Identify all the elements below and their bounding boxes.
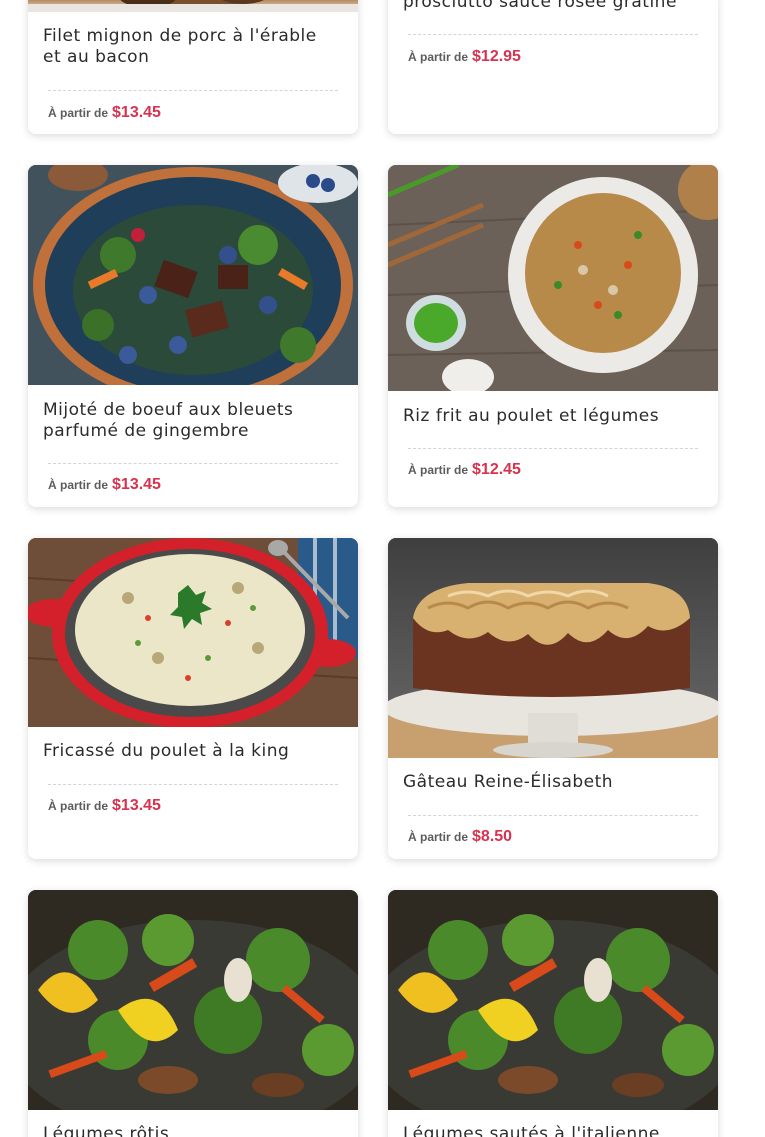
dish-name: prosciutto sauce rosée gratiné xyxy=(403,0,677,12)
divider xyxy=(48,463,338,464)
divider xyxy=(48,784,338,785)
price: $12.45 xyxy=(472,461,521,478)
price-prefix: À partir de xyxy=(408,830,469,844)
divider xyxy=(408,34,698,35)
menu-card-chicken-a-la-king[interactable]: Fricassé du poulet à la king À partir de… xyxy=(28,538,358,859)
pork-tenderloin-photo xyxy=(28,0,358,12)
price: $13.45 xyxy=(112,476,161,493)
menu-card-queen-elizabeth-cake[interactable]: Gâteau Reine-Élisabeth À partir de $8.50 xyxy=(388,538,718,859)
dish-name: Gâteau Reine-Élisabeth xyxy=(403,772,614,792)
menu-card-sauteed-vegetables[interactable]: Légumes sautés à l'italienne xyxy=(388,890,718,1137)
price-prefix: À partir de xyxy=(48,478,109,492)
price-prefix: À partir de xyxy=(48,799,109,813)
price-prefix: À partir de xyxy=(48,106,109,120)
dish-name: Mijoté de boeuf aux bleuets parfumé de g… xyxy=(43,400,294,441)
price: $8.50 xyxy=(472,828,513,845)
menu-card-filet-mignon[interactable]: Filet mignon de porc à l'érable et au ba… xyxy=(28,0,358,134)
divider xyxy=(408,448,698,449)
divider xyxy=(408,815,698,816)
price-prefix: À partir de xyxy=(408,463,469,477)
price-prefix: À partir de xyxy=(408,50,469,64)
price: $13.45 xyxy=(112,104,161,121)
menu-card-beef-stew[interactable]: Mijoté de boeuf aux bleuets parfumé de g… xyxy=(28,165,358,507)
dish-name: Légumes sautés à l'italienne xyxy=(403,1124,660,1137)
dish-name: Filet mignon de porc à l'érable et au ba… xyxy=(43,26,317,67)
price: $13.45 xyxy=(112,797,161,814)
price: $12.95 xyxy=(472,48,521,65)
chicken-fried-rice-photo xyxy=(388,165,718,391)
menu-card-roasted-vegetables[interactable]: Légumes rôtis xyxy=(28,890,358,1137)
dish-name: Fricassé du poulet à la king xyxy=(43,741,290,761)
chicken-a-la-king-photo xyxy=(28,538,358,727)
menu-card-fried-rice[interactable]: Riz frit au poulet et légumes À partir d… xyxy=(388,165,718,507)
queen-elizabeth-cake-photo xyxy=(388,538,718,758)
divider xyxy=(48,90,338,91)
beef-blueberry-stew-photo xyxy=(28,165,358,385)
sauteed-vegetables-photo xyxy=(388,890,718,1110)
menu-card-prosciutto[interactable]: prosciutto sauce rosée gratiné À partir … xyxy=(388,0,718,134)
dish-name: Riz frit au poulet et légumes xyxy=(403,406,660,426)
roasted-vegetables-photo xyxy=(28,890,358,1110)
dish-name: Légumes rôtis xyxy=(43,1124,170,1137)
